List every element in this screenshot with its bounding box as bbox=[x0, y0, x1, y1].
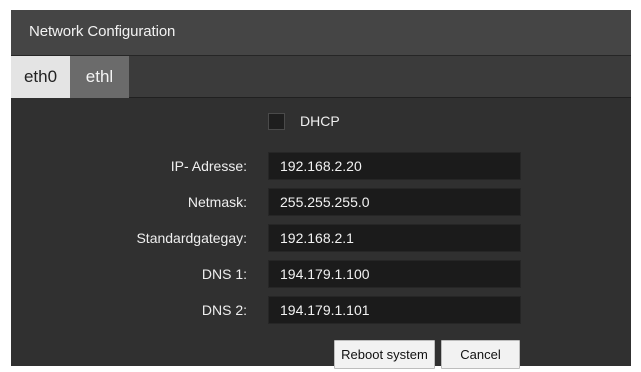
tab-ethl[interactable]: ethl bbox=[70, 56, 129, 98]
netmask-label: Netmask: bbox=[187, 194, 247, 210]
reboot-system-button[interactable]: Reboot system bbox=[334, 340, 435, 369]
dns2-label: DNS 2: bbox=[201, 302, 247, 318]
interface-tab-bar: eth0 ethl bbox=[11, 56, 631, 98]
network-form: DHCP IP- Adresse: Netmask: Standardgateg… bbox=[11, 98, 631, 369]
title-bar: Network Configuration bbox=[11, 10, 631, 56]
gateway-label: Standardgategay: bbox=[136, 230, 247, 246]
ip-address-row: IP- Adresse: bbox=[11, 152, 631, 180]
dns1-label: DNS 1: bbox=[201, 266, 247, 282]
netmask-input[interactable] bbox=[268, 188, 521, 216]
network-configuration-dialog: Network Configuration eth0 ethl DHCP IP-… bbox=[11, 10, 631, 369]
dhcp-label: DHCP bbox=[300, 113, 340, 129]
dhcp-checkbox[interactable] bbox=[268, 113, 285, 130]
dns2-input[interactable] bbox=[268, 296, 521, 324]
dns1-input[interactable] bbox=[268, 260, 521, 288]
dns1-row: DNS 1: bbox=[11, 260, 631, 288]
gateway-row: Standardgategay: bbox=[11, 224, 631, 252]
cancel-button[interactable]: Cancel bbox=[441, 340, 520, 369]
ip-address-label: IP- Adresse: bbox=[170, 158, 247, 174]
dialog-title: Network Configuration bbox=[29, 23, 176, 40]
tab-eth0[interactable]: eth0 bbox=[11, 56, 70, 98]
ip-address-input[interactable] bbox=[268, 152, 521, 180]
gateway-input[interactable] bbox=[268, 224, 521, 252]
dns2-row: DNS 2: bbox=[11, 296, 631, 324]
netmask-row: Netmask: bbox=[11, 188, 631, 216]
